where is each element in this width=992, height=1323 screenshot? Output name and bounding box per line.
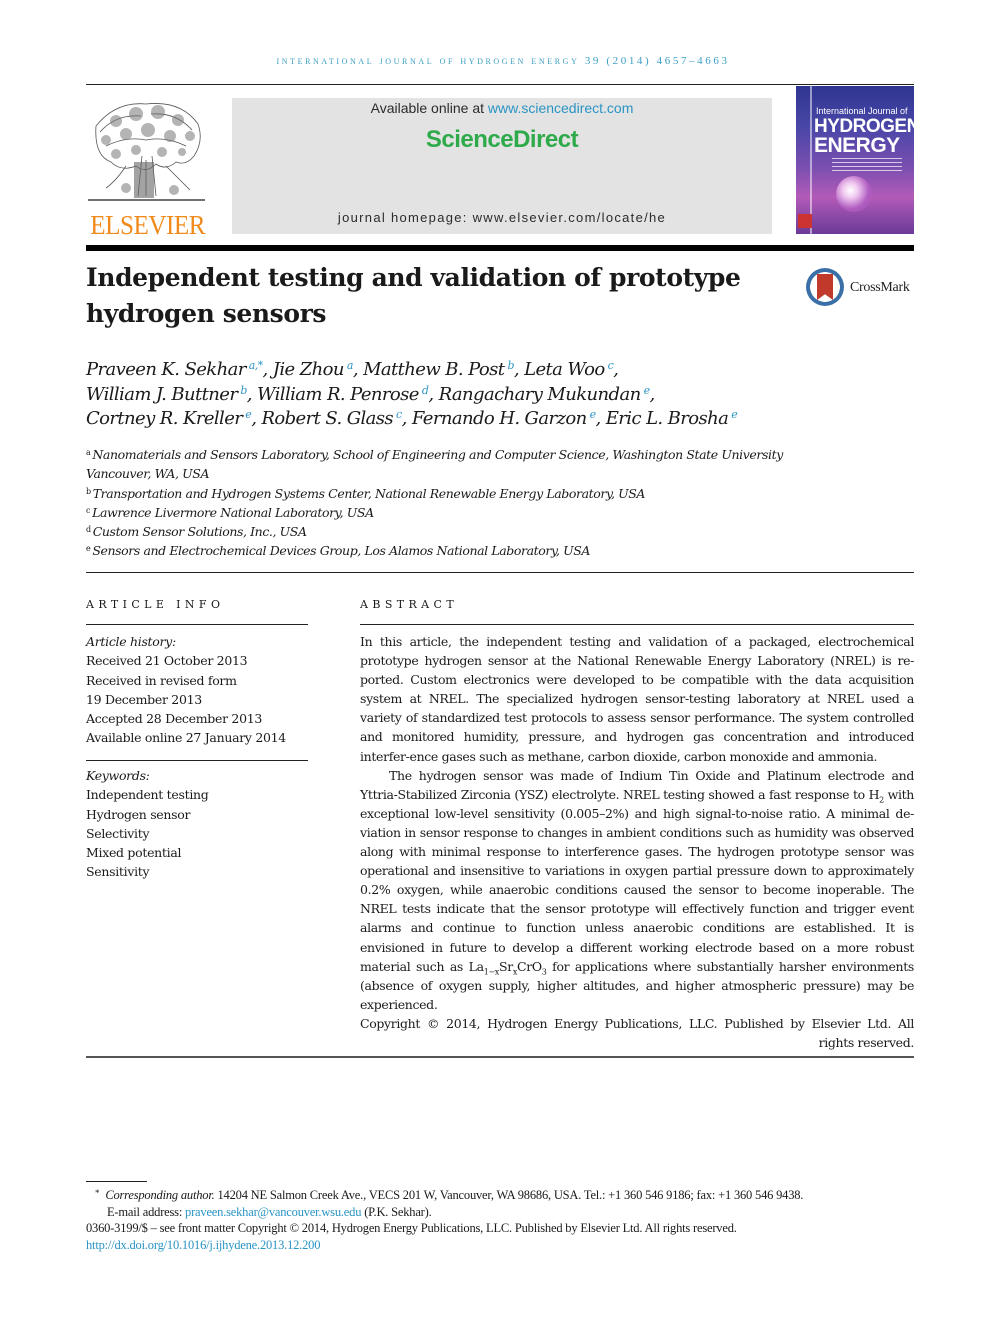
abstract-copyright: Copyright © 2014, Hydrogen Energy Public…: [360, 1015, 914, 1050]
top-rule: [86, 84, 914, 85]
author-name[interactable]: Jie Zhou: [273, 359, 345, 380]
keyword-item[interactable]: Independent testing: [86, 785, 311, 804]
doi-link[interactable]: http://dx.doi.org/10.1016/j.ijhydene.201…: [86, 1237, 916, 1254]
issn-copyright-line: 0360-3199/$ – see front matter Copyright…: [86, 1221, 737, 1235]
affiliation-text: Custom Sensor Solutions, Inc., USA: [92, 524, 307, 540]
crossmark-label: CrossMark: [850, 280, 910, 295]
keyword-item[interactable]: Selectivity: [86, 824, 311, 843]
history-entry: Received 21 October 2013: [86, 653, 248, 669]
author-name[interactable]: Fernando H. Garzon: [412, 408, 587, 429]
article-info-rule: [86, 624, 308, 625]
cover-editors-text: [832, 158, 902, 172]
affiliation-text: Sensors and Electrochemical Devices Grou…: [92, 543, 591, 559]
affiliation-list: a Nanomaterials and Sensors Laboratory, S…: [86, 445, 846, 561]
author-affiliation-marker[interactable]: a,*: [249, 359, 263, 372]
affiliation-item: c Lawrence Livermore National Laboratory,…: [86, 503, 846, 522]
author-separator: ,: [251, 408, 262, 429]
cover-title-line3: ENERGY: [814, 134, 900, 157]
history-entry: Accepted 28 December 2013: [86, 711, 263, 727]
author-name[interactable]: Leta Woo: [524, 359, 605, 380]
author-name[interactable]: Cortney R. Kreller: [86, 408, 243, 429]
crossmark-button[interactable]: CrossMark: [806, 268, 926, 312]
author-separator: ,: [428, 383, 439, 405]
author-name[interactable]: Robert S. Glass: [261, 408, 393, 429]
available-online: Available online at www.sciencedirect.co…: [232, 100, 772, 116]
affiliation-item: e Sensors and Electrochemical Devices Gro…: [86, 541, 846, 560]
affiliation-text: Lawrence Livermore National Laboratory, …: [92, 504, 374, 520]
author-name[interactable]: Praveen K. Sekhar: [86, 359, 246, 380]
article-info-heading: ARTICLE INFO: [86, 598, 225, 611]
author-email-link[interactable]: praveen.sekhar@vancouver.wsu.edu: [185, 1205, 361, 1219]
author-separator: ,: [246, 383, 258, 405]
cover-orb-graphic: [836, 176, 872, 212]
sciencedirect-logo[interactable]: ScienceDirect: [232, 126, 772, 154]
affiliation-text: Transportation and Hydrogen Systems Cent…: [92, 485, 646, 501]
cover-title-line1: International Journal of: [816, 106, 908, 116]
affiliation-item: b Transportation and Hydrogen Systems Cen…: [86, 484, 846, 503]
abstract-bottom-rule: [86, 1056, 914, 1058]
affiliation-key: a: [86, 448, 91, 457]
affiliation-text: Nanomaterials and Sensors Laboratory, Sc…: [86, 447, 783, 482]
elsevier-wordmark: ELSEVIER: [90, 210, 206, 240]
affiliation-key: d: [86, 525, 91, 535]
journal-homepage-link[interactable]: journal homepage: www.elsevier.com/locat…: [232, 210, 772, 225]
article-history: Article history: Received 21 October 201…: [86, 632, 311, 748]
cover-publisher-mark: [798, 214, 812, 228]
abstract-rule: [360, 624, 914, 625]
history-entry: 19 December 2013: [86, 691, 202, 707]
tree-icon: [88, 103, 205, 201]
footnote-rule: [86, 1181, 147, 1182]
author-separator: ,: [613, 359, 619, 380]
article-title: Independent testing and validation of pr…: [86, 263, 741, 328]
keyword-item[interactable]: Hydrogen sensor: [86, 805, 311, 824]
sciencedirect-link[interactable]: www.sciencedirect.com: [488, 100, 634, 116]
affiliation-item: d Custom Sensor Solutions, Inc., USA: [86, 522, 846, 541]
author-name[interactable]: William R. Penrose: [257, 384, 419, 405]
author-separator: ,: [352, 359, 364, 380]
journal-cover-thumbnail[interactable]: International Journal of HYDROGEN ENERGY: [796, 86, 914, 234]
author-list: Praveen K. Sekhar a,*, Jie Zhou a, Matthew…: [86, 358, 846, 432]
abstract-body: In this article, the independent testing…: [360, 632, 914, 1052]
cover-stripe: [810, 86, 812, 234]
affiliation-key: b: [86, 486, 91, 496]
author-separator: ,: [649, 383, 656, 405]
keywords: Keywords: Independent testing Hydrogen se…: [86, 766, 311, 882]
author-separator: ,: [595, 408, 606, 429]
corresponding-author-label: Corresponding author.: [105, 1188, 215, 1202]
author-name[interactable]: Rangachary Mukundan: [439, 384, 642, 405]
available-online-label: Available online at: [370, 100, 484, 116]
keywords-rule: [86, 760, 308, 761]
corresponding-author-address: 14204 NE Salmon Creek Ave., VECS 201 W, …: [214, 1188, 804, 1202]
author-separator: ,: [513, 359, 525, 380]
keyword-item[interactable]: Mixed potential: [86, 843, 311, 862]
abstract-paragraph-2: The hydrogen sensor was made of Indium T…: [360, 767, 915, 1012]
running-head-journal: International Journal of Hydrogen Energy: [276, 55, 580, 67]
affiliation-key: e: [86, 544, 91, 554]
article-history-label: Article history:: [86, 634, 176, 649]
keyword-item[interactable]: Sensitivity: [86, 862, 311, 881]
history-entry: Available online 27 January 2014: [86, 730, 286, 746]
author-name[interactable]: Matthew B. Post: [363, 359, 505, 380]
author-separator: ,: [401, 408, 412, 429]
author-affiliation-marker[interactable]: e: [731, 408, 738, 421]
author-name[interactable]: Eric L. Brosha: [606, 408, 729, 429]
author-separator: ,: [262, 359, 273, 380]
section-divider: [86, 572, 914, 573]
keywords-label: Keywords:: [86, 768, 150, 783]
running-head: International Journal of Hydrogen Energy…: [0, 55, 992, 67]
email-line: E-mail address: praveen.sekhar@vancouver…: [107, 1204, 432, 1219]
affiliation-item: a Nanomaterials and Sensors Laboratory, S…: [86, 445, 846, 484]
footnotes: * Corresponding author. 14204 NE Salmon C…: [86, 1185, 916, 1253]
abstract-paragraph-1: In this article, the independent testing…: [360, 634, 914, 764]
author-name[interactable]: William J. Buttner: [86, 384, 238, 405]
running-head-volume: 39 (2014) 4657–4663: [584, 55, 730, 67]
abstract-heading: ABSTRACT: [360, 598, 459, 611]
affiliation-key: c: [86, 505, 91, 515]
header-thick-rule: [86, 245, 914, 251]
history-entry: Received in revised form: [86, 672, 237, 688]
corresponding-author-note: * Corresponding author. 14204 NE Salmon C…: [95, 1188, 804, 1202]
